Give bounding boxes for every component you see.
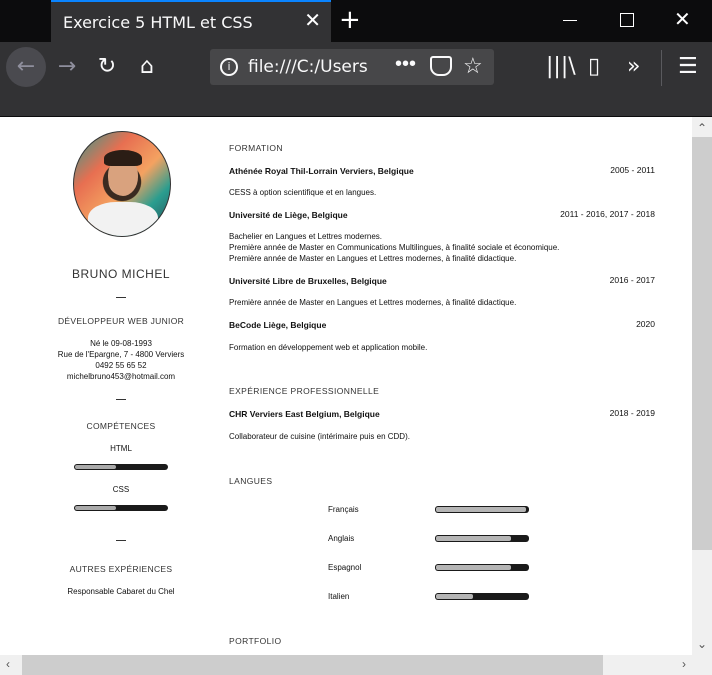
cv-name: BRUNO MICHEL [71, 267, 170, 281]
company-dates: 2018 - 2019 [609, 408, 655, 418]
skill-bar [74, 464, 168, 470]
address: Rue de l'Epargne, 7 - 4800 Verviers [57, 350, 185, 359]
school-name: Université de Liège, Belgique [229, 210, 348, 220]
url-bar[interactable]: i file:///C:/Users ••• ☆ [210, 49, 494, 85]
language-label: Anglais [328, 534, 355, 543]
sidebar-toggle-icon[interactable]: ▯ [588, 54, 600, 79]
scroll-up-icon[interactable]: ⌃ [697, 121, 707, 135]
vertical-scroll-thumb[interactable] [692, 137, 712, 550]
cv-role: DÉVELOPPEUR WEB JUNIOR [57, 316, 185, 326]
scroll-right-icon[interactable]: › [682, 657, 686, 671]
school-description: Formation en développement web et applic… [229, 343, 428, 352]
divider [116, 540, 126, 541]
school-name: Athénée Royal Thil-Lorrain Verviers, Bel… [229, 166, 414, 176]
divider [116, 297, 126, 298]
toolbar-separator [661, 50, 662, 86]
school-description: Première année de Master en Langues et L… [229, 254, 517, 263]
language-bar-fill [436, 565, 511, 570]
close-tab-icon[interactable]: ✕ [304, 10, 321, 32]
vertical-scrollbar[interactable]: ⌃ ⌄ [692, 117, 712, 655]
languages-title: LANGUES [229, 476, 273, 486]
language-bar [435, 506, 529, 513]
language-bar [435, 564, 529, 571]
email: michelbruno453@hotmail.com [66, 372, 176, 381]
home-button[interactable]: ⌂ [127, 47, 167, 87]
language-bar-fill [436, 507, 526, 512]
page-actions-icon[interactable]: ••• [395, 53, 416, 76]
pocket-icon[interactable] [430, 56, 452, 76]
language-label: Espagnol [328, 563, 362, 572]
school-dates: 2020 [636, 319, 655, 329]
title-bar: Exercice 5 HTML et CSS ✕ + ✕ [0, 0, 712, 42]
bookmark-star-icon[interactable]: ☆ [463, 53, 483, 79]
school-name: BeCode Liège, Belgique [229, 320, 327, 330]
language-bar-fill [436, 536, 511, 541]
other-experience-title: AUTRES EXPÉRIENCES [69, 564, 173, 574]
reload-button[interactable]: ↻ [87, 47, 127, 87]
scroll-down-icon[interactable]: ⌄ [697, 637, 707, 651]
experience-title: EXPÉRIENCE PROFESSIONNELLE [229, 386, 380, 396]
company-name: CHR Verviers East Belgium, Belgique [229, 409, 380, 419]
skill-label: HTML [110, 444, 132, 453]
bookmarks-bar [0, 92, 712, 117]
language-label: Italien [328, 592, 350, 601]
tab-title: Exercice 5 HTML et CSS [63, 13, 253, 32]
url-text[interactable]: file:///C:/Users [248, 57, 378, 77]
language-bar [435, 535, 529, 542]
birth-date: Né le 09-08-1993 [90, 339, 152, 348]
language-label: Français [328, 505, 359, 514]
minimize-icon[interactable] [563, 20, 577, 21]
info-icon[interactable]: i [220, 58, 238, 76]
language-bar-fill [436, 594, 473, 599]
overflow-menu-icon[interactable]: » [627, 54, 640, 79]
page-viewport: BRUNO MICHEL DÉVELOPPEUR WEB JUNIOR Né l… [0, 117, 692, 655]
school-description: CESS à option scientifique et en langues… [229, 188, 377, 197]
nav-toolbar: ← → ↻ ⌂ i file:///C:/Users ••• ☆ |||\ ▯ … [0, 42, 712, 92]
scroll-left-icon[interactable]: ‹ [6, 657, 10, 671]
company-description: Collaborateur de cuisine (intérimaire pu… [229, 432, 410, 441]
school-dates: 2011 - 2016, 2017 - 2018 [560, 209, 655, 219]
tab-active[interactable]: Exercice 5 HTML et CSS ✕ [51, 0, 331, 42]
back-button[interactable]: ← [6, 47, 46, 87]
scroll-corner [692, 655, 712, 675]
other-experience-item: Responsable Cabaret du Chel [67, 587, 175, 596]
school-dates: 2005 - 2011 [610, 165, 655, 175]
forward-button[interactable]: → [47, 47, 87, 87]
skills-title: COMPÉTENCES [86, 421, 156, 431]
divider [116, 399, 126, 400]
horizontal-scroll-thumb[interactable] [22, 655, 603, 675]
horizontal-scrollbar[interactable]: ‹ › [0, 655, 692, 675]
language-bar [435, 593, 529, 600]
hamburger-menu-icon[interactable]: ☰ [678, 54, 698, 79]
school-description: Première année de Master en Langues et L… [229, 298, 517, 307]
formation-title: FORMATION [229, 143, 283, 153]
skill-bar [74, 505, 168, 511]
skill-label: CSS [112, 485, 130, 494]
window-close-icon[interactable]: ✕ [674, 7, 691, 32]
portfolio-title: PORTFOLIO [229, 636, 282, 646]
phone: 0492 55 65 52 [95, 361, 147, 370]
profile-photo [73, 131, 171, 237]
school-description: Première année de Master en Communicatio… [229, 243, 560, 252]
school-description: Bachelier en Langues et Lettres modernes… [229, 232, 382, 241]
skill-bar-fill [75, 506, 116, 510]
maximize-icon[interactable] [620, 13, 634, 27]
skill-bar-fill [75, 465, 116, 469]
new-tab-button[interactable]: + [339, 6, 361, 34]
school-dates: 2016 - 2017 [609, 275, 655, 285]
library-icon[interactable]: |||\ [546, 54, 576, 79]
school-name: Université Libre de Bruxelles, Belgique [229, 276, 387, 286]
